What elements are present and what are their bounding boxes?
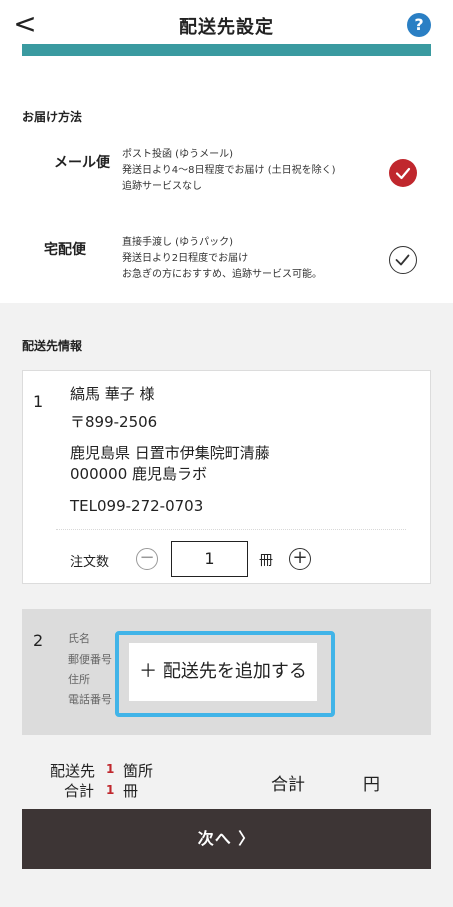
currency-label: 円 xyxy=(363,775,380,795)
page-title: 配送先設定 xyxy=(179,17,274,38)
add-address-button[interactable]: ＋ 配送先を追加する xyxy=(129,643,317,701)
method-desc-line: ポスト投函 (ゆうメール) xyxy=(122,149,233,160)
divider xyxy=(56,529,406,530)
address-number: 1 xyxy=(33,392,44,411)
field-label-address: 住所 xyxy=(68,673,90,686)
phone-number: TEL099-272-0703 xyxy=(70,497,204,515)
address-line-2: 000000 鹿児島ラボ xyxy=(70,465,208,483)
summary-dest-unit: 箇所 xyxy=(123,762,154,780)
address-number: 2 xyxy=(33,631,44,650)
method-label-takuhai: 宅配便 xyxy=(44,242,86,258)
method-desc-line: お急ぎの方におすすめ、追跡サービス可能。 xyxy=(122,269,322,280)
minus-icon[interactable]: − xyxy=(136,548,158,570)
field-label-phone: 電話番号 xyxy=(68,693,112,706)
delivery-method-heading: お届け方法 xyxy=(22,110,83,124)
method-desc-mail: ポスト投函 (ゆうメール) 発送日より4〜8日程度でお届け (土日祝を除く) 追… xyxy=(122,147,336,195)
summary-total-unit: 冊 xyxy=(123,782,139,800)
method-desc-line: 発送日より4〜8日程度でお届け (土日祝を除く) xyxy=(122,165,336,176)
summary-dest-count: 1 xyxy=(106,762,115,776)
teal-banner xyxy=(22,44,431,56)
summary-total-count: 1 xyxy=(106,783,115,797)
takuhai-unselected-check-icon[interactable] xyxy=(389,246,417,274)
quantity-unit: 冊 xyxy=(259,553,273,569)
method-desc-line: 追跡サービスなし xyxy=(122,181,202,192)
shipping-info-heading: 配送先情報 xyxy=(22,339,83,353)
plus-icon[interactable]: + xyxy=(289,548,311,570)
header-bar: < 配送先設定 ? xyxy=(0,0,453,50)
address-line-1: 鹿児島県 日置市伊集院町清藤 xyxy=(70,444,270,462)
method-desc-line: 発送日より2日程度でお届け xyxy=(122,253,249,264)
method-desc-takuhai: 直接手渡し (ゆうパック) 発送日より2日程度でお届け お急ぎの方におすすめ、追… xyxy=(122,235,322,283)
method-label-mail: メール便 xyxy=(54,155,110,171)
mail-selected-check-icon[interactable] xyxy=(389,159,417,187)
quantity-label: 注文数 xyxy=(70,555,110,570)
help-icon[interactable]: ? xyxy=(407,13,431,37)
postal-code: 〒899-2506 xyxy=(70,413,158,431)
method-desc-line: 直接手渡し (ゆうパック) xyxy=(122,237,233,248)
quantity-input[interactable]: 1 xyxy=(171,541,248,577)
summary-total-label: 合計 xyxy=(64,782,95,800)
next-button[interactable]: 次へ 〉 xyxy=(22,809,431,869)
sum-label: 合計 xyxy=(271,775,305,795)
recipient-name: 縞馬 華子 様 xyxy=(70,385,155,403)
field-label-name: 氏名 xyxy=(68,632,90,645)
field-label-postal: 郵便番号 xyxy=(68,653,112,666)
summary-dest-label: 配送先 xyxy=(50,762,96,780)
